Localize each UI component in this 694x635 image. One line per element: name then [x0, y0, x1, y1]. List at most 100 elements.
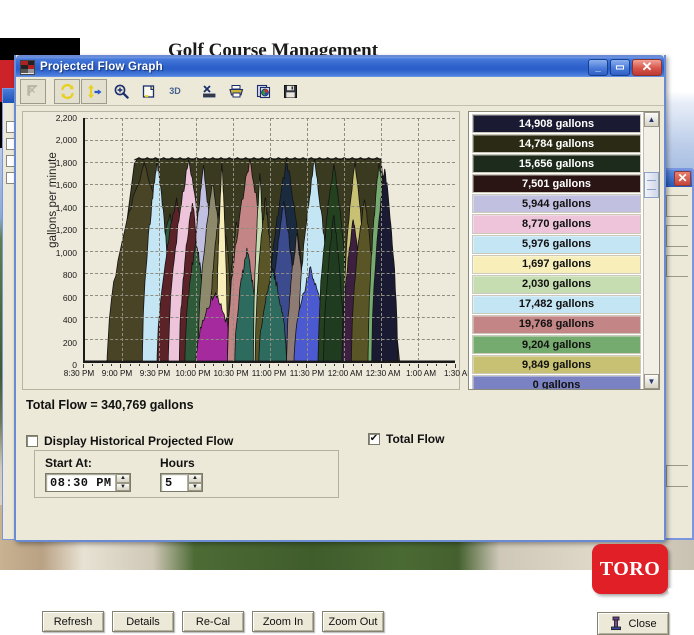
chart-x-tickmark [92, 364, 93, 366]
zoom-out-button[interactable]: Zoom Out [322, 611, 384, 632]
flip-axis-icon[interactable] [81, 79, 107, 104]
close-dialog-label: Close [628, 618, 656, 630]
legend-item-label: 17,482 gallons [519, 298, 594, 310]
scroll-up-icon[interactable]: ▲ [644, 112, 659, 127]
chart-y-axis-ticks: 02004006008001,0001,2001,4001,6001,8002,… [33, 112, 77, 389]
three-d-icon[interactable]: 3D [162, 79, 188, 104]
legend-item-label: 9,204 gallons [522, 339, 591, 351]
legend-item[interactable]: 15,656 gallons [472, 154, 641, 173]
legend-item[interactable]: 9,204 gallons [472, 335, 641, 354]
chart-x-tickmark [185, 364, 186, 366]
chart-x-tickmark [241, 364, 242, 366]
hours-spin-up-icon[interactable]: ▲ [188, 474, 202, 483]
app-grid-icon [20, 60, 35, 75]
start-at-spin-down-icon[interactable]: ▼ [116, 483, 130, 492]
chart-x-tickmark [306, 364, 307, 368]
zoom-in-button[interactable]: Zoom In [252, 611, 314, 632]
legend-item-label: 7,501 gallons [522, 178, 591, 190]
background-window-right-field[interactable] [666, 255, 688, 277]
scrollbar-thumb[interactable] [644, 172, 659, 198]
legend-item[interactable]: 7,501 gallons [472, 174, 641, 193]
chart-y-tick-label: 1,200 [37, 225, 77, 235]
hours-spinner[interactable]: ▲ ▼ [187, 474, 202, 491]
start-at-spinner[interactable]: ▲ ▼ [115, 474, 130, 491]
hours-input[interactable]: 5 ▲ ▼ [160, 473, 203, 492]
chart-gridline [233, 118, 234, 361]
chart-y-tick-label: 400 [37, 315, 77, 325]
legend-item[interactable]: 14,784 gallons [472, 134, 641, 153]
scroll-down-icon[interactable]: ▼ [644, 374, 659, 389]
chart-x-tick-label: 9:00 PM [102, 369, 133, 378]
flow-chart: gallons per minute 02004006008001,0001,2… [22, 111, 460, 390]
chart-gridline [270, 118, 271, 361]
chart-toolbar: 3D [16, 77, 664, 106]
legend-item[interactable]: 17,482 gallons [472, 295, 641, 314]
chart-legend[interactable]: 14,908 gallons14,784 gallons15,656 gallo… [468, 111, 660, 390]
copy-chart-icon[interactable] [250, 79, 276, 104]
edit-graph-icon[interactable] [196, 79, 222, 104]
chart-x-tickmark [223, 364, 224, 366]
maximize-button[interactable]: ▭ [610, 59, 630, 76]
chart-x-tickmark [195, 364, 196, 368]
start-at-value[interactable]: 08:30 PM [46, 476, 115, 490]
total-flow-row[interactable]: ✔ Total Flow [368, 432, 444, 446]
legend-item[interactable]: 0 gallons [472, 375, 641, 389]
legend-item-label: 19,768 gallons [519, 318, 594, 330]
chart-x-tickmark [83, 364, 84, 368]
display-historical-label: Display Historical Projected Flow [44, 434, 233, 448]
legend-item-label: 2,030 gallons [522, 278, 591, 290]
printer-icon[interactable] [223, 79, 249, 104]
display-historical-checkbox[interactable] [26, 435, 38, 447]
close-dialog-button[interactable]: Close [597, 612, 669, 635]
legend-item[interactable]: 8,770 gallons [472, 214, 641, 233]
chart-x-tickmark [288, 364, 289, 366]
legend-item[interactable]: 19,768 gallons [472, 315, 641, 334]
legend-item[interactable]: 5,944 gallons [472, 194, 641, 213]
chart-gridline [196, 118, 197, 361]
chart-x-tick-label: 10:30 PM [213, 369, 248, 378]
chart-y-tick-label: 1,000 [37, 248, 77, 258]
background-window-right-field[interactable] [666, 195, 688, 217]
window-titlebar[interactable]: Projected Flow Graph _ ▭ ✕ [16, 55, 664, 77]
legend-item[interactable]: 14,908 gallons [472, 114, 641, 133]
legend-item[interactable]: 1,697 gallons [472, 255, 641, 274]
toro-logo-dot [668, 588, 673, 593]
background-window-right-close-icon[interactable]: ✕ [674, 171, 691, 186]
page-rotate-icon[interactable] [135, 79, 161, 104]
chart-plot-area[interactable] [83, 118, 455, 363]
refresh-button[interactable]: Refresh [42, 611, 104, 632]
chart-y-tick-label: 2,000 [37, 135, 77, 145]
chart-x-tick-label: 1:00 AM [406, 369, 436, 378]
chart-x-tickmark [353, 364, 354, 366]
start-at-input[interactable]: 08:30 PM ▲ ▼ [45, 473, 131, 492]
chart-x-tickmark [334, 364, 335, 366]
zoom-magnifier-icon[interactable] [108, 79, 134, 104]
close-button[interactable]: ✕ [632, 59, 662, 76]
chart-x-tickmark [260, 364, 261, 366]
display-historical-row[interactable]: Display Historical Projected Flow [26, 434, 233, 448]
refresh-rotate-icon[interactable] [54, 79, 80, 104]
hours-spin-down-icon[interactable]: ▼ [188, 483, 202, 492]
chart-x-tickmark [316, 364, 317, 366]
details-button[interactable]: Details [112, 611, 174, 632]
chart-x-tickmark [362, 364, 363, 366]
minimize-button[interactable]: _ [588, 59, 608, 76]
legend-item-label: 9,849 gallons [522, 359, 591, 371]
total-flow-checkbox[interactable]: ✔ [368, 433, 380, 445]
chart-x-tickmark [427, 364, 428, 366]
chart-y-tick-label: 2,200 [37, 113, 77, 123]
legend-item[interactable]: 5,976 gallons [472, 235, 641, 254]
background-window-right-button[interactable] [666, 465, 688, 487]
hours-value[interactable]: 5 [161, 476, 187, 490]
legend-item[interactable]: 9,849 gallons [472, 355, 641, 374]
start-at-spin-up-icon[interactable]: ▲ [116, 474, 130, 483]
recal-button[interactable]: Re-Cal [182, 611, 244, 632]
legend-item[interactable]: 2,030 gallons [472, 275, 641, 294]
background-window-right-field[interactable] [666, 225, 688, 247]
chart-x-tickmark [130, 364, 131, 366]
legend-scrollbar[interactable]: ▲ ▼ [643, 112, 659, 389]
save-disk-icon[interactable] [277, 79, 303, 104]
hours-label: Hours [160, 456, 195, 470]
chart-x-tickmark [455, 364, 456, 368]
pointer-icon[interactable] [20, 79, 46, 104]
